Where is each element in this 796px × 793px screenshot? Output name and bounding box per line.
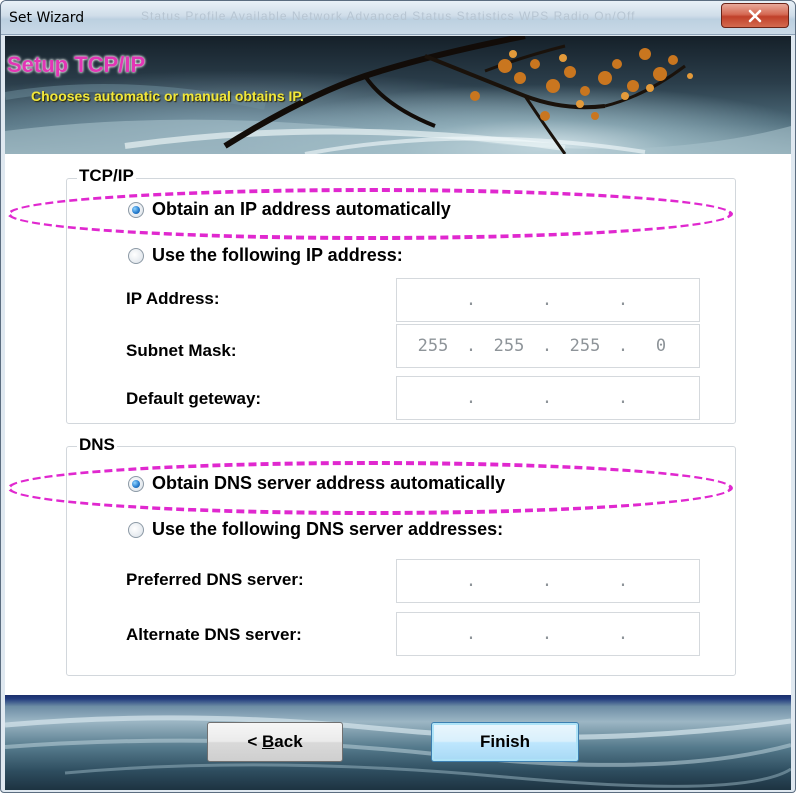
- banner-title: Setup TCP/IP: [7, 52, 146, 77]
- subnet-octet-4: 0: [655, 336, 667, 356]
- radio-use-following-ip-label: Use the following IP address:: [152, 245, 403, 265]
- finish-button[interactable]: Finish: [431, 722, 579, 762]
- back-button[interactable]: < Back: [207, 722, 343, 762]
- subnet-mask-label: Subnet Mask:: [126, 341, 237, 360]
- radio-obtain-dns-auto[interactable]: Obtain DNS server address automatically: [128, 473, 505, 494]
- back-button-rest: ack: [274, 732, 303, 751]
- radio-unchecked-icon[interactable]: [128, 521, 144, 538]
- ip-address-label: IP Address:: [126, 289, 220, 308]
- close-button[interactable]: [721, 3, 789, 28]
- window-title: Set Wizard: [9, 10, 85, 26]
- banner-subtitle: Chooses automatic or manual obtains IP.: [31, 88, 304, 104]
- radio-obtain-ip-auto-label: Obtain an IP address automatically: [152, 199, 451, 219]
- radio-checked-icon[interactable]: [128, 475, 144, 492]
- title-bar[interactable]: Set Wizard Status Profile Available Netw…: [1, 1, 795, 35]
- radio-use-following-dns-label: Use the following DNS server addresses:: [152, 519, 504, 539]
- radio-use-following-ip[interactable]: Use the following IP address:: [128, 245, 403, 266]
- back-button-prefix: <: [247, 732, 262, 751]
- tcpip-group-label: TCP/IP: [77, 166, 136, 186]
- radio-obtain-dns-auto-label: Obtain DNS server address automatically: [152, 473, 506, 493]
- preferred-dns-input[interactable]: . . .: [396, 559, 700, 603]
- subnet-octet-1: 255: [417, 336, 449, 356]
- radio-unchecked-icon[interactable]: [128, 247, 144, 264]
- alternate-dns-input[interactable]: . . .: [396, 612, 700, 656]
- close-icon: [748, 9, 762, 22]
- subnet-mask-input[interactable]: 255. 255. 255. 0: [396, 324, 700, 368]
- header-banner: Setup TCP/IP Chooses automatic or manual…: [5, 36, 791, 154]
- default-gateway-label: Default geteway:: [126, 389, 262, 408]
- radio-checked-icon[interactable]: [128, 201, 144, 218]
- subnet-octet-3: 255: [569, 336, 601, 356]
- footer-water-image: [5, 715, 791, 788]
- back-button-mnemonic: B: [262, 732, 275, 751]
- background-tabs-ghost: Status Profile Available Network Advance…: [141, 9, 636, 23]
- subnet-octet-2: 255: [493, 336, 525, 356]
- default-gateway-input[interactable]: . . .: [396, 376, 700, 420]
- radio-use-following-dns[interactable]: Use the following DNS server addresses:: [128, 519, 503, 540]
- alternate-dns-label: Alternate DNS server:: [126, 625, 302, 644]
- radio-obtain-ip-auto[interactable]: Obtain an IP address automatically: [128, 199, 451, 220]
- wizard-content: TCP/IP Obtain an IP address automaticall…: [5, 154, 791, 695]
- footer-banner: < Back Finish: [5, 695, 791, 790]
- set-wizard-window: Set Wizard Status Profile Available Netw…: [0, 0, 796, 793]
- dns-group-label: DNS: [77, 435, 117, 455]
- ip-address-input[interactable]: . . .: [396, 278, 700, 322]
- preferred-dns-label: Preferred DNS server:: [126, 570, 304, 589]
